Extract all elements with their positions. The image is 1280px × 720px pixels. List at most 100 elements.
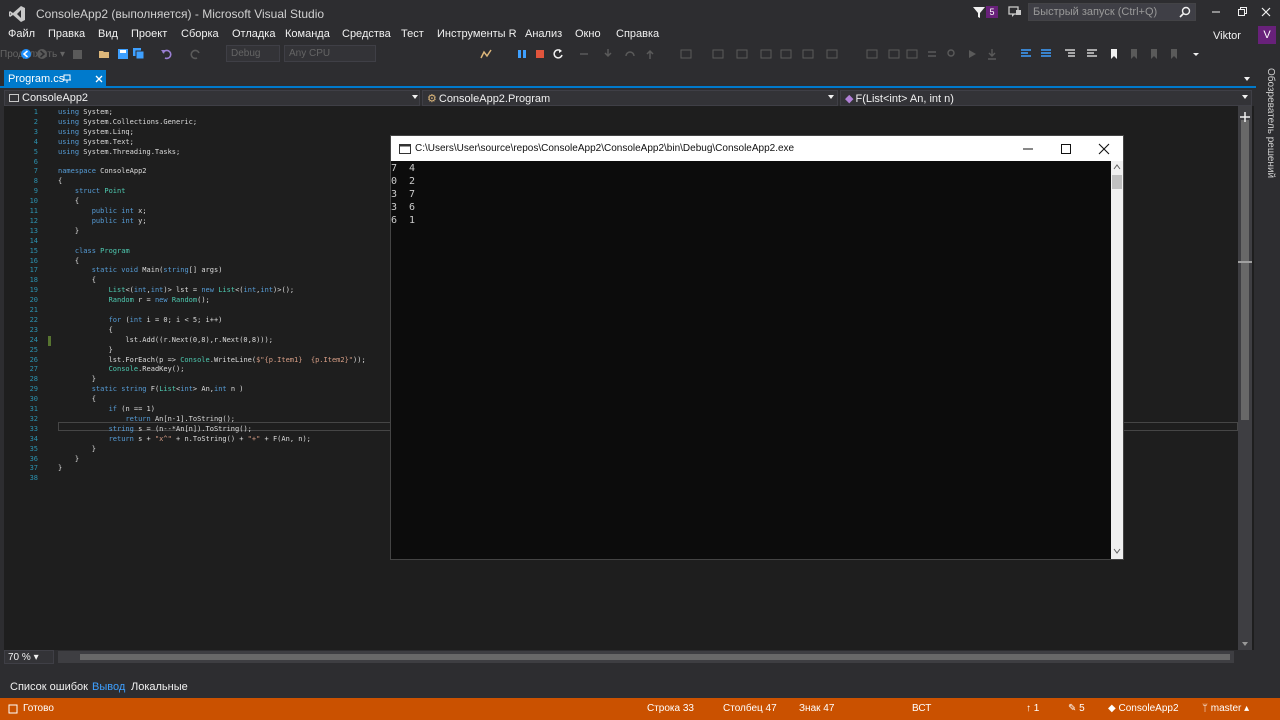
clear-bookmarks-icon[interactable] [1168,48,1180,60]
step-out-icon[interactable] [644,48,656,60]
open-folder-icon[interactable] [98,48,110,60]
close-icon[interactable] [1256,4,1276,20]
scroll-up-icon[interactable] [1113,164,1121,170]
pause-icon[interactable] [516,48,528,60]
quick-launch-input[interactable]: Быстрый запуск (Ctrl+Q) [1028,3,1196,21]
console-window[interactable]: C:\Users\User\source\repos\ConsoleApp2\C… [390,135,1124,560]
menu-file[interactable]: Файл [8,28,35,40]
restore-icon[interactable] [1232,4,1252,20]
hex-display-icon[interactable] [680,48,692,60]
editor-horizontal-scrollbar[interactable] [58,651,1234,663]
forward-icon[interactable] [36,48,48,60]
watch-icon[interactable] [866,48,878,60]
menu-analyze[interactable]: Анализ [525,28,562,40]
menu-debug[interactable]: Отладка [232,28,275,40]
tab-overflow-icon[interactable] [1243,75,1251,83]
restart-icon[interactable] [552,48,564,60]
format-document-icon[interactable] [1020,48,1032,60]
minimize-icon[interactable] [1021,142,1035,156]
tab-locals[interactable]: Локальные [131,681,188,693]
avatar[interactable]: V [1258,26,1276,44]
bookmark-icon[interactable] [1108,48,1120,60]
project-nav-select[interactable]: ConsoleApp2 [4,90,420,106]
continue-button[interactable]: Продолжить ▾ [0,49,65,60]
menu-tools[interactable]: Средства [342,28,391,40]
step-into-icon[interactable] [602,48,614,60]
repository-button[interactable]: ◆ ConsoleApp2 [1108,703,1179,714]
menu-window[interactable]: Окно [575,28,601,40]
menu-r-tools[interactable]: Инструменты R [437,28,517,40]
find-icon[interactable] [946,48,958,60]
notification-count-badge[interactable]: 5 [986,6,998,18]
pin-icon[interactable] [62,74,72,84]
console-title-bar[interactable]: C:\Users\User\source\repos\ConsoleApp2\C… [391,136,1123,161]
comment-icon[interactable] [1040,48,1052,60]
close-tab-icon[interactable] [94,74,104,84]
solution-explorer-tab[interactable]: Обозреватель решений [1258,68,1276,188]
save-all-icon[interactable] [133,48,145,60]
indent-icon[interactable] [1064,48,1076,60]
tab-error-list[interactable]: Список ошибок [10,681,88,693]
run-icon[interactable] [966,48,978,60]
stop-icon[interactable] [534,48,546,60]
pending-changes-button[interactable]: ✎ 5 [1068,703,1085,714]
menu-team[interactable]: Команда [285,28,330,40]
platform-select[interactable]: Any CPU [284,45,376,62]
tab-program-cs[interactable]: Program.cs [4,70,106,88]
zoom-level-select[interactable]: 70 % ▾ [4,650,54,664]
search-icon[interactable] [1179,6,1191,18]
notifications-filter-icon[interactable] [972,5,986,19]
chevron-down-icon[interactable] [412,95,418,99]
save-icon[interactable] [117,48,129,60]
modules-icon[interactable] [780,48,792,60]
breakpoint-window-icon[interactable] [712,48,724,60]
scrollbar-thumb[interactable] [80,654,1230,660]
split-editor-icon[interactable] [1240,112,1250,122]
member-nav-select[interactable]: ◆ F(List<int> An, int n) [840,90,1252,106]
feedback-icon[interactable] [1008,5,1022,19]
class-nav-select[interactable]: ⚙ ConsoleApp2.Program [422,90,838,106]
locals-icon[interactable] [826,48,838,60]
output-line: 7 4 [391,163,416,174]
menu-test[interactable]: Тест [401,28,424,40]
autos-icon[interactable] [888,48,900,60]
branch-button[interactable]: ᛘ master ▴ [1202,703,1249,714]
step-over-icon[interactable] [624,48,636,60]
scrollbar-thumb[interactable] [1241,120,1249,420]
new-project-icon[interactable] [72,48,84,60]
maximize-icon[interactable] [1059,142,1073,156]
call-stack-icon[interactable] [802,48,814,60]
outdent-icon[interactable] [1086,48,1098,60]
show-next-statement-icon[interactable] [578,48,590,60]
publish-button[interactable]: ↑ 1 [1026,703,1039,714]
scroll-down-icon[interactable] [1113,548,1121,554]
diagnostics-icon[interactable] [480,48,492,60]
compare-icon[interactable] [926,48,938,60]
toolbar-options-icon[interactable] [1190,48,1202,60]
scrollbar-thumb[interactable] [1112,175,1122,189]
minimize-icon[interactable] [1206,4,1226,20]
immediate-icon[interactable] [906,48,918,60]
back-icon[interactable] [20,48,32,60]
undo-icon[interactable] [160,48,172,60]
threads-icon[interactable] [736,48,748,60]
close-icon[interactable] [1097,142,1111,156]
menu-project[interactable]: Проект [131,28,167,40]
chevron-down-icon[interactable] [828,95,834,99]
chevron-down-icon[interactable] [1242,95,1248,99]
next-bookmark-icon[interactable] [1148,48,1160,60]
tab-output[interactable]: Вывод [92,681,125,693]
user-name[interactable]: Viktor [1213,30,1241,42]
menu-build[interactable]: Сборка [181,28,219,40]
memory-icon[interactable] [760,48,772,60]
menu-edit[interactable]: Правка [48,28,85,40]
editor-vertical-scrollbar[interactable] [1238,106,1252,650]
download-icon[interactable] [986,48,998,60]
solution-config-select[interactable]: Debug [226,45,280,62]
menu-help[interactable]: Справка [616,28,659,40]
menu-view[interactable]: Вид [98,28,118,40]
redo-icon[interactable] [190,48,202,60]
console-scrollbar[interactable] [1111,161,1123,559]
prev-bookmark-icon[interactable] [1128,48,1140,60]
scroll-down-icon[interactable] [1241,640,1249,648]
